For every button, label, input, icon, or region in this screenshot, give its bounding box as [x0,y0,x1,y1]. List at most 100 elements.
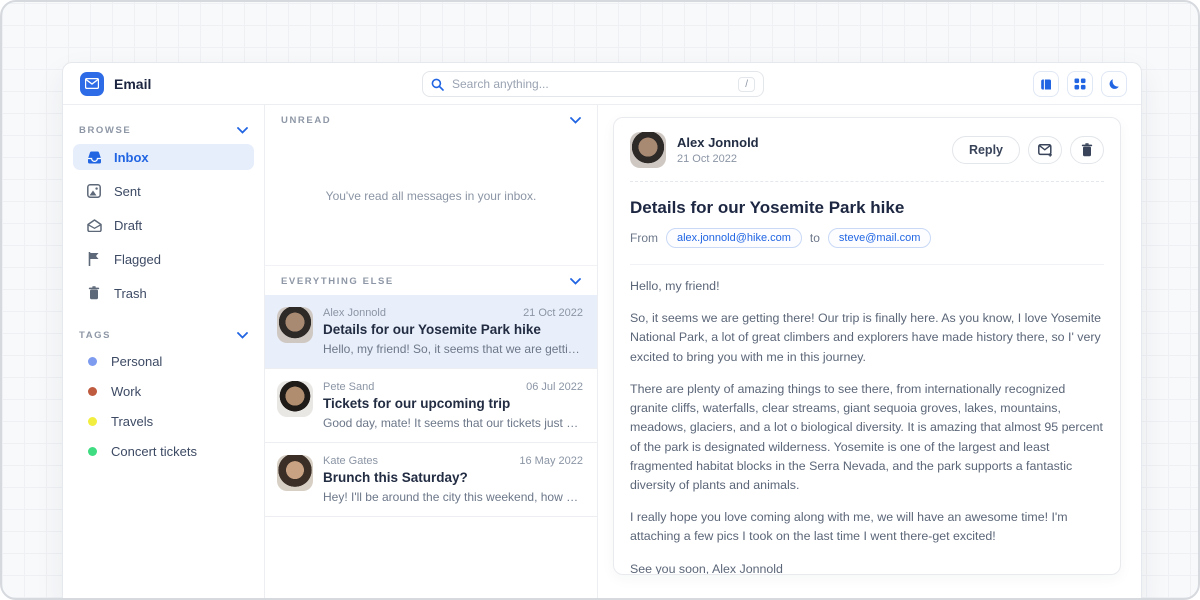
mail-sender: Pete Sand [323,381,374,393]
sidebar-item-draft[interactable]: Draft [73,212,254,238]
avatar [277,381,313,417]
search-input[interactable] [452,77,730,91]
detail-actions: Reply [952,136,1104,164]
mail-list-item[interactable]: Pete Sand 06 Jul 2022 Tickets for our up… [265,369,597,443]
sidebar-item-flagged[interactable]: Flagged [73,246,254,272]
sidebar-item-trash[interactable]: Trash [73,280,254,306]
unread-empty-message: You've read all messages in your inbox. [265,134,597,265]
tag-item-work[interactable]: Work [73,379,254,403]
sidebar: BROWSE Inbox Sent [63,105,265,600]
detail-from-row: From alex.jonnold@hike.com to steve@mail… [630,228,1104,248]
detail-sender-name: Alex Jonnold [677,135,759,150]
tag-label: Travels [111,414,153,429]
apps-grid-button[interactable] [1067,71,1093,97]
sidebar-item-label: Flagged [114,252,161,267]
tag-dot-concert-tickets [88,447,97,456]
avatar [277,307,313,343]
mail-preview: Hello, my friend! So, it seems that we a… [323,342,583,356]
tags-section-header: TAGS [63,320,264,349]
tag-dot-work [88,387,97,396]
body-paragraph: See you soon, Alex Jonnold [630,560,1104,575]
chevron-down-icon[interactable] [570,278,581,285]
sidebar-item-label: Draft [114,218,142,233]
mail-date: 06 Jul 2022 [526,381,583,393]
email-app-window: Email / [62,62,1142,600]
tag-item-concert-tickets[interactable]: Concert tickets [73,439,254,463]
unread-section-header: UNREAD [265,105,597,134]
trash-icon [1081,143,1093,157]
chevron-down-icon[interactable] [237,332,248,339]
avatar [630,132,666,168]
app-logo [80,72,104,96]
mail-date: 21 Oct 2022 [523,307,583,319]
sidebar-item-label: Inbox [114,150,149,165]
envelope-plus-icon [1038,144,1053,157]
delete-button[interactable] [1070,136,1104,164]
mark-unread-button[interactable] [1028,136,1062,164]
everything-else-section-header: EVERYTHING ELSE [265,266,597,295]
header-actions [1033,71,1127,97]
mail-subject: Tickets for our upcoming trip [323,396,583,411]
tag-dot-travels [88,417,97,426]
to-email-chip[interactable]: steve@mail.com [828,228,931,248]
mail-list-item[interactable]: Alex Jonnold 21 Oct 2022 Details for our… [265,295,597,369]
search-shortcut-badge: / [738,77,755,92]
body-paragraph: I really hope you love coming along with… [630,508,1104,546]
browse-label: BROWSE [79,125,131,136]
app-header: Email / [63,63,1141,105]
app-title: Email [114,76,151,92]
mail-list-column: UNREAD You've read all messages in your … [265,105,598,600]
detail-header: Alex Jonnold 21 Oct 2022 Reply [630,132,1104,168]
unread-label: UNREAD [281,115,331,126]
tag-label: Work [111,384,141,399]
mail-subject: Brunch this Saturday? [323,470,583,485]
body-paragraph: There are plenty of amazing things to se… [630,380,1104,495]
body-paragraph: So, it seems we are getting there! Our t… [630,309,1104,367]
mail-date: 16 May 2022 [519,455,583,467]
trash-icon [86,286,102,300]
sidebar-item-label: Sent [114,184,141,199]
sidebar-item-inbox[interactable]: Inbox [73,144,254,170]
search-icon [431,78,444,91]
book-icon [1040,78,1053,91]
sidebar-item-label: Trash [114,286,147,301]
search-bar[interactable]: / [422,71,764,97]
chevron-down-icon[interactable] [570,117,581,124]
detail-divider [630,181,1104,182]
detail-body: Hello, my friend! So, it seems we are ge… [630,264,1104,575]
draft-icon [86,219,102,232]
dark-mode-button[interactable] [1101,71,1127,97]
mail-list-item[interactable]: Kate Gates 16 May 2022 Brunch this Satur… [265,443,597,517]
chevron-down-icon[interactable] [237,127,248,134]
mail-preview: Hey! I'll be around the city this weeken… [323,490,583,504]
tags-label: TAGS [79,330,111,341]
to-label: to [810,231,820,245]
from-email-chip[interactable]: alex.jonnold@hike.com [666,228,802,248]
flag-icon [86,252,102,266]
reply-button[interactable]: Reply [952,136,1020,164]
from-label: From [630,231,658,245]
book-button[interactable] [1033,71,1059,97]
page-background: Email / [0,0,1200,600]
moon-icon [1108,78,1121,91]
tag-item-personal[interactable]: Personal [73,349,254,373]
mail-sender: Alex Jonnold [323,307,386,319]
envelope-icon [85,78,99,89]
mail-detail-column: Alex Jonnold 21 Oct 2022 Reply [598,105,1141,600]
tag-label: Personal [111,354,162,369]
mail-preview: Good day, mate! It seems that our ticket… [323,416,583,430]
mail-subject: Details for our Yosemite Park hike [323,322,583,337]
sent-icon [86,184,102,198]
grid-icon [1074,78,1086,90]
tag-item-travels[interactable]: Travels [73,409,254,433]
detail-date: 21 Oct 2022 [677,153,759,165]
mail-sender: Kate Gates [323,455,378,467]
mail-detail-card: Alex Jonnold 21 Oct 2022 Reply [613,117,1121,575]
sidebar-item-sent[interactable]: Sent [73,178,254,204]
detail-subject: Details for our Yosemite Park hike [630,198,1104,218]
everything-else-label: EVERYTHING ELSE [281,276,394,287]
app-brand: Email [63,72,263,96]
body-paragraph: Hello, my friend! [630,277,1104,296]
browse-section-header: BROWSE [63,115,264,144]
tag-dot-personal [88,357,97,366]
